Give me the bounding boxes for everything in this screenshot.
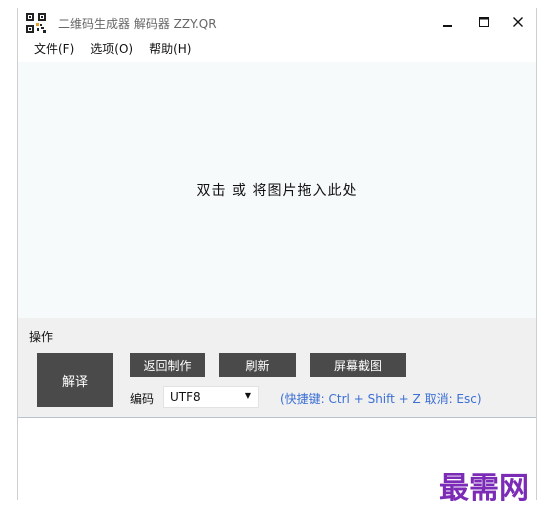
operations-panel: 操作 解译 返回制作 刷新 屏幕截图 编码 UTF8 ▼ (快捷键: Ctrl …	[18, 318, 536, 417]
menu-file[interactable]: 文件(F)	[26, 39, 82, 59]
operations-label: 操作	[29, 330, 54, 344]
menu-help[interactable]: 帮助(H)	[141, 39, 199, 59]
decode-button[interactable]: 解译	[37, 353, 113, 407]
encoding-value: UTF8	[170, 390, 201, 404]
window-title: 二维码生成器 解码器 ZZY.QR	[58, 17, 217, 31]
watermark-logo: 最需网	[439, 471, 529, 506]
title-bar[interactable]: 二维码生成器 解码器 ZZY.QR	[18, 8, 536, 38]
refresh-button[interactable]: 刷新	[219, 353, 296, 377]
encoding-select[interactable]: UTF8 ▼	[163, 386, 259, 408]
image-drop-zone[interactable]: 双击 或 将图片拖入此处	[18, 62, 536, 318]
minimize-icon	[443, 25, 452, 27]
screenshot-button[interactable]: 屏幕截图	[310, 353, 406, 377]
drop-zone-hint: 双击 或 将图片拖入此处	[196, 183, 358, 199]
menu-bar: 文件(F) 选项(O) 帮助(H)	[18, 38, 536, 60]
chevron-down-icon: ▼	[244, 391, 251, 400]
encoding-label: 编码	[130, 392, 155, 406]
shortcut-hint: (快捷键: Ctrl + Shift + Z 取消: Esc)	[280, 392, 482, 406]
app-window: 二维码生成器 解码器 ZZY.QR 文件(F) 选项(O) 帮助(H) 双击 或…	[17, 8, 537, 500]
qr-app-icon	[25, 12, 47, 34]
menu-options[interactable]: 选项(O)	[82, 39, 141, 59]
maximize-icon	[479, 17, 489, 27]
maximize-button[interactable]	[466, 8, 502, 36]
back-to-generate-button[interactable]: 返回制作	[130, 353, 205, 377]
minimize-button[interactable]	[430, 8, 466, 36]
close-icon	[513, 17, 523, 27]
close-button[interactable]	[500, 8, 536, 36]
